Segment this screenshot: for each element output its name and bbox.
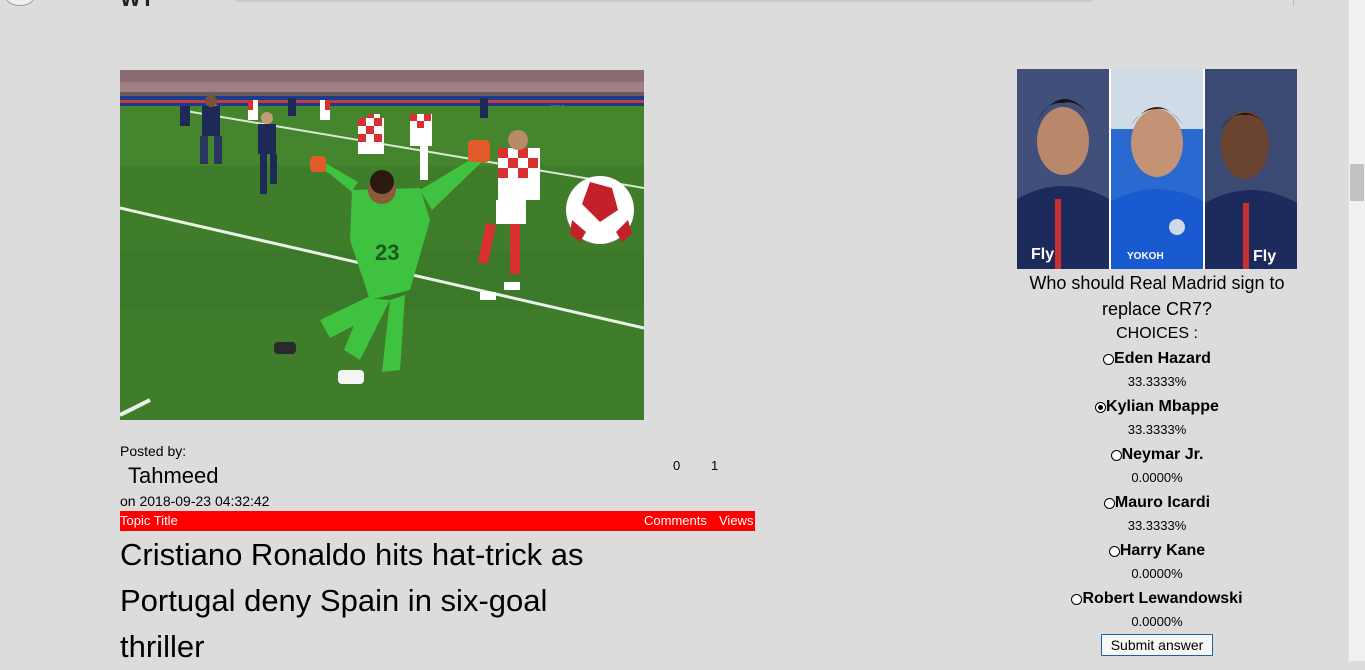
radio-robert-lewandowski[interactable]: [1071, 593, 1083, 605]
page-scrollbar[interactable]: [1348, 0, 1365, 661]
submit-answer-button[interactable]: Submit answer: [1100, 634, 1214, 656]
poll-image: Fly YOKOH Fly: [1017, 69, 1297, 269]
svg-text:YOKOH: YOKOH: [1127, 251, 1164, 262]
author-name[interactable]: Tahmeed: [128, 463, 219, 489]
option-percent: 0.0000%: [1131, 614, 1183, 629]
posted-by-label: Posted by:: [120, 443, 187, 459]
poll-option[interactable]: Harry Kane 0.0000%: [1017, 536, 1297, 584]
posted-date: on 2018-09-23 04:32:42: [120, 493, 270, 509]
option-label[interactable]: Robert Lewandowski: [1082, 589, 1242, 609]
option-percent: 0.0000%: [1131, 470, 1183, 485]
svg-text:Fly: Fly: [1031, 246, 1054, 263]
radio-kylian-mbappe[interactable]: [1095, 401, 1107, 413]
option-percent: 33.3333%: [1127, 374, 1187, 389]
poll-option[interactable]: Mauro Icardi 33.3333%: [1017, 488, 1297, 536]
poll-option[interactable]: Robert Lewandowski 0.0000%: [1017, 584, 1297, 632]
views-count: 1: [711, 458, 719, 473]
option-percent: 33.3333%: [1127, 518, 1187, 533]
cutoff-circle-icon: [6, 0, 34, 6]
option-label[interactable]: Mauro Icardi: [1115, 493, 1210, 513]
header-comments: Comments: [644, 513, 707, 528]
radio-mauro-icardi[interactable]: [1103, 497, 1115, 509]
option-label[interactable]: Neymar Jr.: [1122, 445, 1204, 465]
header-topic-title: Topic Title: [120, 513, 178, 528]
article-title-link[interactable]: Cristiano Ronaldo hits hat-trick as Port…: [120, 532, 630, 670]
radio-eden-hazard[interactable]: [1103, 353, 1115, 365]
header-views: Views: [719, 513, 754, 528]
poll-question: Who should Real Madrid sign to replace C…: [1029, 273, 1285, 319]
svg-text:23: 23: [375, 240, 399, 265]
poll-choices-label: CHOICES :: [1116, 325, 1198, 342]
radio-harry-kane[interactable]: [1108, 545, 1120, 557]
scrollbar-thumb[interactable]: [1350, 164, 1364, 201]
option-percent: 33.3333%: [1127, 422, 1187, 437]
option-percent: 0.0000%: [1131, 566, 1183, 581]
radio-neymar-jr[interactable]: [1110, 449, 1122, 461]
poll-option[interactable]: Kylian Mbappe 33.3333%: [1017, 392, 1297, 440]
article-photo: 万达WANDA: [120, 70, 644, 420]
svg-text:Fly: Fly: [1253, 248, 1276, 265]
comments-count: 0: [673, 458, 681, 473]
poll-option[interactable]: Neymar Jr. 0.0000%: [1017, 440, 1297, 488]
option-label[interactable]: Eden Hazard: [1114, 349, 1211, 369]
option-label[interactable]: Kylian Mbappe: [1106, 397, 1219, 417]
browser-top-strip: [0, 0, 1350, 6]
option-label[interactable]: Harry Kane: [1120, 541, 1205, 561]
poll-option[interactable]: Eden Hazard 33.3333%: [1017, 344, 1297, 392]
poll-widget: Who should Real Madrid sign to replace C…: [1017, 270, 1297, 656]
topic-table-header: Topic Title Comments Views: [120, 511, 755, 531]
cutoff-separator: [1293, 0, 1294, 6]
cutoff-bar: [236, 0, 1092, 2]
cutoff-heading: WT: [120, 0, 154, 12]
